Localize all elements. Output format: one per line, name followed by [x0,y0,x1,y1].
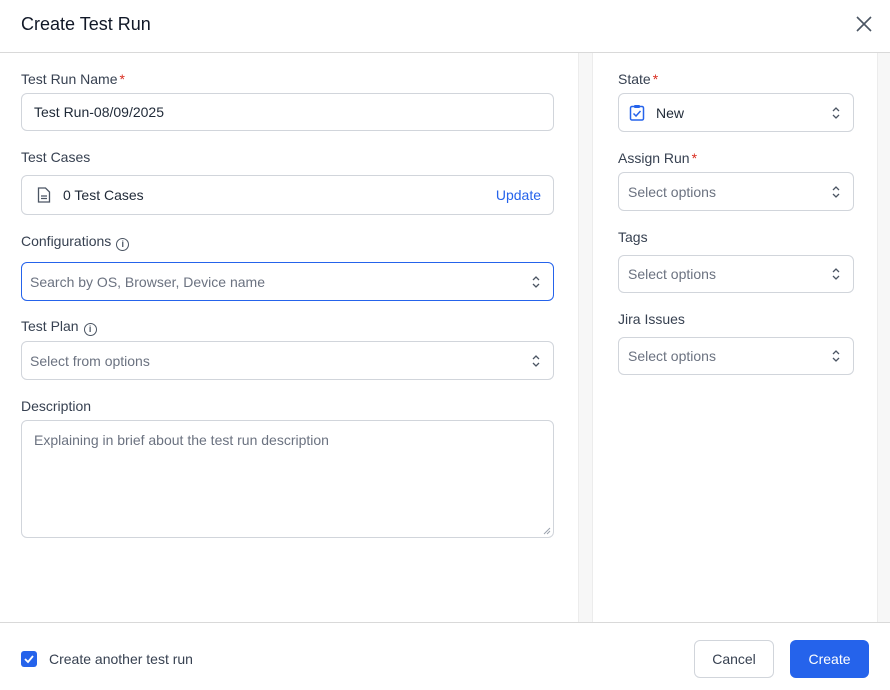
state-select[interactable]: New [618,93,854,132]
test-plan-select[interactable]: Select from options [21,341,554,380]
dialog-footer: Create another test run Cancel Create [0,622,890,690]
configurations-label: Configurations i [21,233,130,251]
resize-handle-icon[interactable] [543,527,551,535]
info-icon[interactable]: i [83,323,97,336]
jira-issues-select[interactable]: Select options [618,337,854,375]
dialog-header: Create Test Run [0,0,890,53]
side-panel: State * New Assign Run * Select options Ta… [593,53,877,622]
jira-issues-label: Jira Issues [618,311,685,327]
test-cases-label: Test Cases [21,149,91,165]
configurations-search-input[interactable]: Search by OS, Browser, Device name [21,262,554,301]
test-cases-field: 0 Test Cases Update [21,175,554,215]
description-label: Description [21,398,92,414]
info-icon[interactable]: i [116,238,130,251]
close-icon[interactable] [854,14,874,34]
tags-label: Tags [618,229,648,245]
dialog-title: Create Test Run [21,14,151,34]
description-textarea[interactable]: Explaining in brief about the test run d… [21,420,554,538]
clipboard-check-icon [629,105,645,121]
chevron-up-down-icon [832,350,840,362]
test-run-name-label: Test Run Name * [21,71,125,87]
create-another-label[interactable]: Create another test run [49,651,193,667]
create-button[interactable]: Create [790,640,869,678]
state-label: State * [618,71,659,87]
chevron-up-down-icon [832,268,840,280]
assign-run-select[interactable]: Select options [618,172,854,211]
document-icon [37,187,51,203]
test-run-name-input[interactable]: Test Run-08/09/2025 [21,93,554,131]
scrollbar-track-right[interactable] [877,53,890,622]
update-test-cases-link[interactable]: Update [496,187,541,203]
chevron-up-down-icon [532,354,540,367]
chevron-up-down-icon [832,106,840,119]
chevron-up-down-icon [832,185,840,198]
checkmark-icon [24,655,34,664]
create-another-checkbox[interactable] [21,651,37,667]
cancel-button[interactable]: Cancel [694,640,774,678]
test-plan-label: Test Plan i [21,318,97,336]
main-form: Test Run Name * Test Run-08/09/2025 Test … [0,53,578,622]
assign-run-label: Assign Run * [618,150,698,166]
tags-select[interactable]: Select options [618,255,854,293]
scrollbar-track[interactable] [578,53,593,622]
chevron-up-down-icon [532,275,540,288]
